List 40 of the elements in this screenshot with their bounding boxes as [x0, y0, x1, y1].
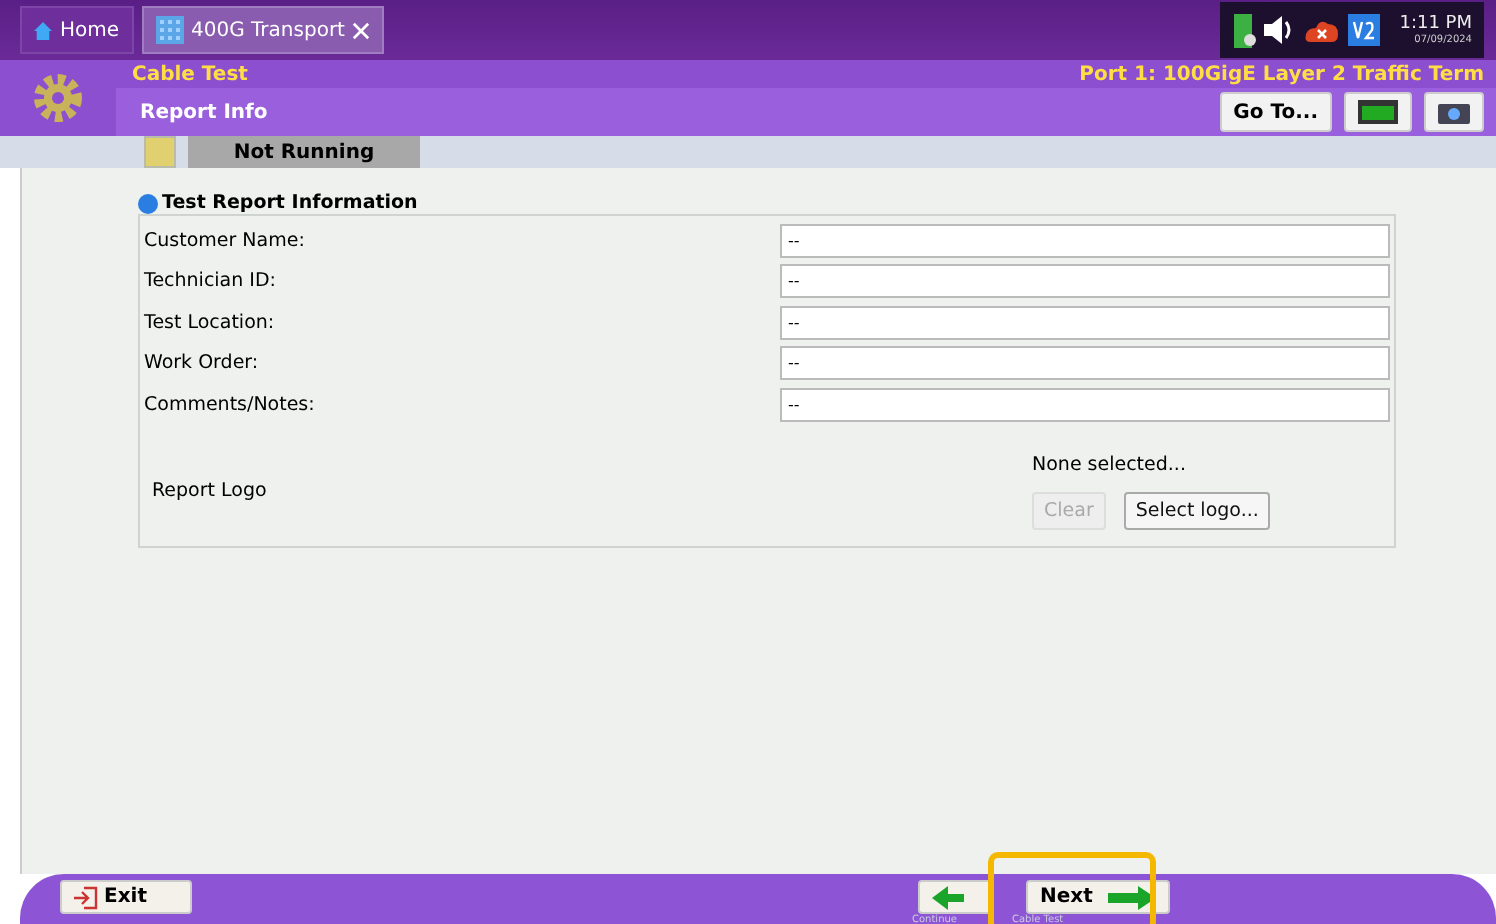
section-title: Test Report Information — [162, 192, 418, 214]
field-label: Test Location: — [144, 311, 277, 334]
run-status: Not Running — [188, 136, 420, 168]
field-label: Technician ID: — [144, 270, 278, 293]
input-field[interactable]: -- — [780, 305, 1390, 340]
port-label: Port 1: 100GigE Layer 2 Traffic Term — [1079, 63, 1484, 85]
field-label: Work Order: — [144, 352, 261, 375]
field-label: Report Logo — [150, 480, 269, 502]
tab[interactable]: 400G Transport — [141, 6, 385, 54]
tab[interactable]: Home — [20, 6, 134, 54]
test-name: Cable Test — [132, 63, 248, 85]
exit-button[interactable]: Exit — [60, 880, 192, 914]
back-button[interactable] — [918, 880, 994, 914]
vnc-icon — [1347, 14, 1380, 46]
grid-icon — [155, 16, 184, 44]
cloud-error-icon — [1303, 18, 1340, 42]
next-button[interactable]: Next — [1026, 880, 1171, 914]
home-icon — [34, 21, 52, 39]
module-icon — [1358, 100, 1398, 124]
help-icon[interactable] — [138, 193, 158, 213]
battery-icon — [1231, 10, 1256, 50]
clock-time: 1:11 PM — [1399, 14, 1472, 34]
status-indicator — [144, 136, 176, 168]
module-button[interactable] — [1344, 92, 1412, 132]
field-label: Customer Name: — [144, 229, 307, 252]
select-logo-button[interactable]: Select logo... — [1123, 491, 1271, 529]
close-icon[interactable] — [352, 21, 371, 39]
exit-icon — [74, 885, 98, 909]
input-field[interactable]: -- — [780, 264, 1390, 299]
gear-icon — [32, 72, 84, 124]
speaker-icon — [1263, 16, 1296, 44]
page-title: Report Info — [140, 101, 268, 123]
goto-button[interactable]: Go To... — [1219, 92, 1332, 132]
logo-status: None selected... — [1032, 453, 1188, 475]
screenshot-button[interactable] — [1424, 92, 1484, 132]
input-field[interactable]: -- — [780, 346, 1390, 381]
input-field[interactable]: -- — [780, 223, 1390, 258]
camera-icon — [1438, 100, 1470, 124]
field-label: Comments/Notes: — [144, 393, 317, 416]
input-field[interactable]: -- — [780, 387, 1390, 422]
